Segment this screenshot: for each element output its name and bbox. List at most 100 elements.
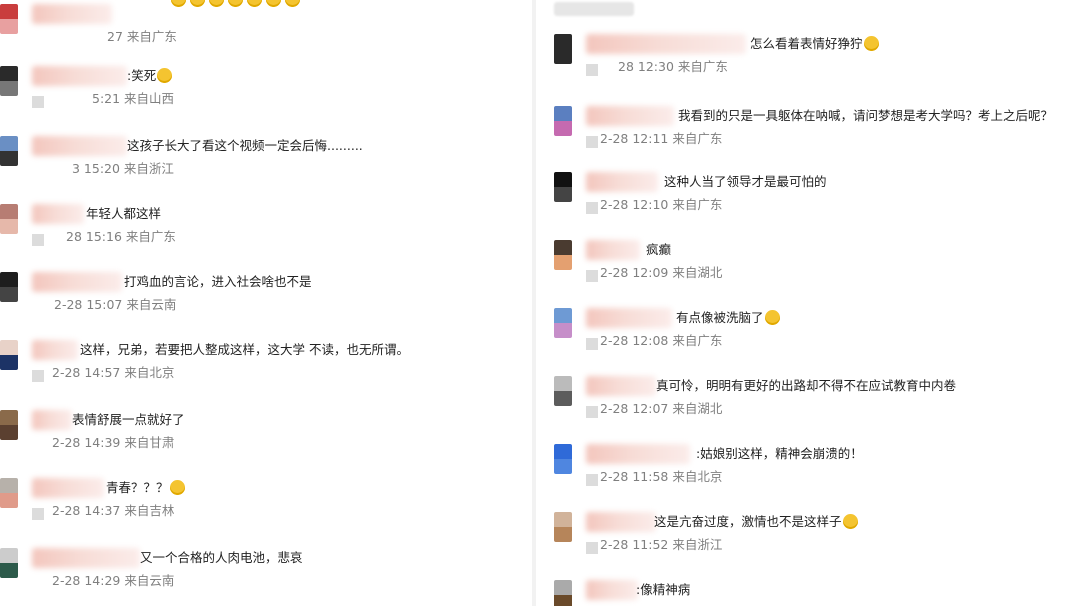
comment-text: 我看到的只是一具躯体在呐喊，请问梦想是考大学吗？考上之后呢？ [678,108,1054,123]
avatar[interactable] [554,106,572,136]
emoji-icon [228,0,243,7]
image-placeholder-icon [32,96,44,108]
username-blurred[interactable] [586,580,638,600]
comment-meta: 2-28 12:08 来自广东 [600,333,723,348]
comment-item[interactable]: :笑死 5:21 来自山西 [0,52,528,118]
comment-item[interactable]: 打鸡血的言论，进入社会啥也不是 2-28 15:07 来自云南 [0,258,528,324]
avatar[interactable] [554,34,572,64]
comment-meta: 2-28 14:39 来自甘肃 [52,435,175,450]
comment-item[interactable]: 年轻人都这样 28 15:16 来自广东 [0,190,528,256]
username-blurred[interactable] [586,308,672,328]
username-blurred[interactable] [586,444,690,464]
comment-meta: 2-28 11:58 来自北京 [600,469,723,484]
avatar[interactable] [0,272,18,302]
username-blurred[interactable] [586,34,746,54]
image-placeholder-icon [586,338,598,350]
comment-meta: 2-28 12:07 来自湖北 [600,401,723,416]
avatar[interactable] [554,376,572,406]
divider [532,0,536,606]
username-blurred[interactable] [586,240,640,260]
avatar[interactable] [554,308,572,338]
comment-meta: 2-28 12:09 来自湖北 [600,265,723,280]
emoji-icon [209,0,224,7]
username-blurred[interactable] [32,410,72,430]
username-blurred[interactable] [586,106,674,126]
avatar[interactable] [0,340,18,370]
comment-text: 这样，兄弟，若要把人整成这样，这大学 不读，也无所谓。 [80,342,409,357]
avatar[interactable] [554,512,572,542]
comment-text: 有点像被洗脑了 [676,308,780,328]
comment-item[interactable]: 疯癫 2-28 12:09 来自湖北 [540,226,1080,292]
header-blur [554,2,634,16]
comment-list-right: 怎么看着表情好狰狞 28 12:30 来自广东 我看到的只是一具躯体在呐喊，请问梦想… [540,0,1080,606]
comment-text: 表情舒展一点就好了 [72,412,185,427]
avatar[interactable] [554,172,572,202]
username-blurred[interactable] [32,478,104,498]
comment-item[interactable]: 这样，兄弟，若要把人整成这样，这大学 不读，也无所谓。 2-28 14:57 来自… [0,326,528,392]
avatar[interactable] [554,580,572,606]
comment-meta: 2-28 14:29 来自云南 [52,573,175,588]
comment-item[interactable]: 表情舒展一点就好了 2-28 14:39 来自甘肃 [0,396,528,462]
comment-text: :笑死 [127,66,173,86]
comment-text [170,0,303,10]
image-placeholder-icon [586,202,598,214]
comment-text: :像精神病 [636,582,691,597]
comment-item[interactable]: :像精神病2-28 11:50 来自山东 [540,566,1080,606]
username-blurred[interactable] [32,548,140,568]
image-placeholder-icon [32,508,44,520]
comment-meta: 2-28 12:11 来自广东 [600,131,723,146]
comment-item[interactable]: 青春？？？ 2-28 14:37 来自吉林 [0,464,528,530]
comment-text: 这是亢奋过度，激情也不是这样子 [654,512,858,532]
comment-item[interactable]: 27 来自广东 [0,0,528,56]
avatar[interactable] [554,444,572,474]
comment-item[interactable]: 我看到的只是一具躯体在呐喊，请问梦想是考大学吗？考上之后呢？ 2-28 12:11… [540,92,1080,158]
emoji-icon [266,0,281,7]
emoji-icon [764,310,780,325]
comment-item[interactable]: :姑娘别这样，精神会崩溃的！ 2-28 11:58 来自北京 [540,430,1080,496]
avatar[interactable] [0,136,18,166]
avatar[interactable] [554,240,572,270]
comment-meta: 2-28 12:10 来自广东 [600,197,723,212]
emoji-icon [157,68,173,83]
comment-text: 这孩子长大了看这个视频一定会后悔......... [127,138,363,153]
username-blurred[interactable] [32,340,78,360]
comment-meta: 3 15:20 来自浙江 [72,161,174,176]
emoji-icon [842,514,858,529]
emoji-icon [247,0,262,7]
comment-item[interactable]: 这种人当了领导才是最可怕的 2-28 12:10 来自广东 [540,158,1080,224]
avatar[interactable] [0,204,18,234]
comment-meta: 2-28 14:57 来自北京 [52,365,175,380]
emoji-icon [863,36,879,51]
avatar[interactable] [0,548,18,578]
comment-item[interactable]: 怎么看着表情好狰狞 28 12:30 来自广东 [540,20,1080,86]
username-blurred[interactable] [586,376,656,396]
emoji-icon [190,0,205,7]
image-placeholder-icon [586,542,598,554]
username-blurred[interactable] [32,66,127,86]
comment-item[interactable]: 有点像被洗脑了 2-28 12:08 来自广东 [540,294,1080,360]
comment-list-left: 27 来自广东 :笑死 5:21 来自山西这孩子长大了看这个视频一定会后悔.....… [0,0,528,606]
username-blurred[interactable] [586,512,656,532]
comment-text: 这种人当了领导才是最可怕的 [664,174,827,189]
comment-item[interactable]: 这是亢奋过度，激情也不是这样子 2-28 11:52 来自浙江 [540,498,1080,564]
avatar[interactable] [0,66,18,96]
comment-text: 真可怜，明明有更好的出路却不得不在应试教育中内卷 [656,378,957,393]
avatar[interactable] [0,4,18,34]
avatar[interactable] [0,410,18,440]
comment-item[interactable]: 真可怜，明明有更好的出路却不得不在应试教育中内卷 2-28 12:07 来自湖北 [540,362,1080,428]
comment-item[interactable]: 这孩子长大了看这个视频一定会后悔......... 3 15:20 来自浙江 [0,122,528,188]
comment-item[interactable]: 又一个合格的人肉电池，悲哀 2-28 14:29 来自云南 [0,534,528,600]
comment-meta: 5:21 来自山西 [92,91,175,106]
username-blurred[interactable] [32,272,122,292]
comment-text: 打鸡血的言论，进入社会啥也不是 [124,274,312,289]
comment-text: 疯癫 [646,242,672,257]
username-blurred[interactable] [32,204,84,224]
avatar[interactable] [0,478,18,508]
username-blurred[interactable] [32,4,112,24]
username-blurred[interactable] [32,136,127,156]
emoji-icon [285,0,300,7]
username-blurred[interactable] [586,172,658,192]
comment-text: 又一个合格的人肉电池，悲哀 [140,550,303,565]
image-placeholder-icon [32,370,44,382]
comment-text: 青春？？？ [106,478,185,498]
